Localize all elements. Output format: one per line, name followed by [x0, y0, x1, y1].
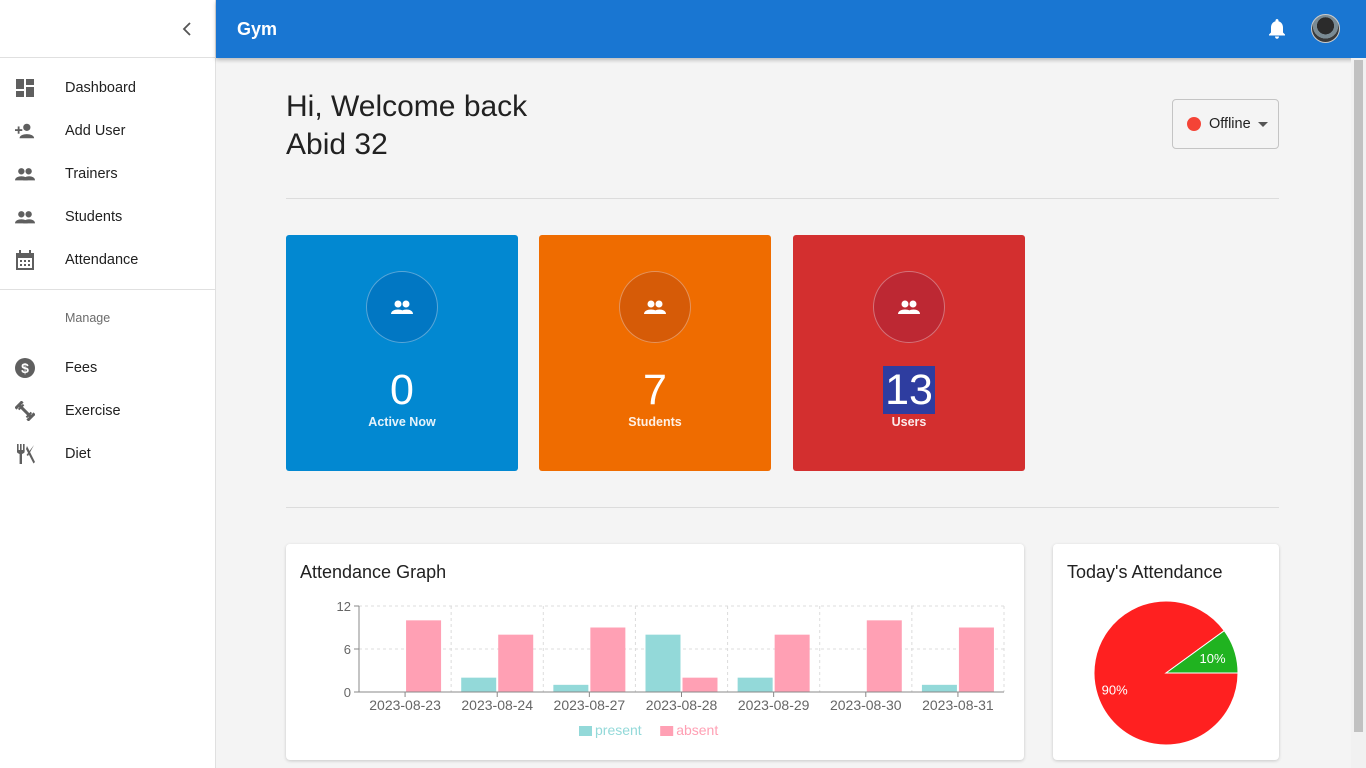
stat-value: 13 — [793, 365, 1025, 415]
people-icon — [366, 271, 438, 343]
bar-absent — [590, 627, 626, 692]
bar-present — [737, 677, 773, 692]
stat-card-users: 13 Users — [793, 235, 1025, 471]
status-label: Offline — [1209, 116, 1251, 132]
bell-icon[interactable] — [1268, 19, 1288, 39]
y-tick-label: 6 — [344, 642, 351, 657]
people-icon — [15, 207, 35, 227]
stat-label: Users — [891, 415, 927, 429]
chevron-left-icon[interactable] — [177, 19, 197, 39]
sidebar-item-label: Fees — [65, 359, 98, 376]
status-dot — [1187, 117, 1201, 131]
calendar-icon — [15, 249, 35, 270]
sidebar-item-diet[interactable]: Diet — [0, 432, 215, 475]
username-text: Abid 32 — [286, 128, 388, 161]
welcome-heading: Hi, Welcome back Abid 32 — [286, 88, 527, 164]
svg-text:$: $ — [21, 360, 29, 376]
selected-text: 13 — [883, 366, 935, 414]
bar-present — [553, 684, 589, 692]
x-tick-label: 2023-08-29 — [738, 697, 810, 713]
sidebar-item-fees[interactable]: $ Fees — [0, 346, 215, 389]
legend-label-present: present — [595, 722, 642, 738]
bar-present — [645, 634, 681, 692]
dollar-icon: $ — [15, 357, 35, 378]
sidebar-item-dashboard[interactable]: Dashboard — [0, 66, 215, 109]
x-tick-label: 2023-08-27 — [554, 697, 626, 713]
bar-absent — [774, 634, 810, 692]
sidebar-item-label: Dashboard — [65, 79, 136, 96]
bar-absent — [406, 620, 442, 692]
sidebar-item-exercise[interactable]: Exercise — [0, 389, 215, 432]
scrollbar[interactable] — [1351, 58, 1366, 768]
stat-label: Active Now — [368, 415, 436, 429]
bar-absent — [866, 620, 902, 692]
bar-present — [921, 684, 957, 692]
caret-down-icon — [1257, 121, 1268, 127]
bar-absent — [682, 677, 718, 692]
sidebar-item-students[interactable]: Students — [0, 195, 215, 238]
stat-card-active-now: 0 Active Now — [286, 235, 518, 471]
greeting-text: Hi, Welcome back — [286, 90, 528, 123]
divider — [286, 507, 1279, 508]
x-tick-label: 2023-08-23 — [369, 697, 441, 713]
legend-swatch-present — [579, 726, 592, 736]
sidebar-item-label: Add User — [65, 122, 126, 139]
avatar[interactable] — [1311, 14, 1340, 43]
legend-swatch-absent — [660, 726, 674, 736]
y-tick-label: 12 — [337, 599, 351, 614]
sidebar-nav: Dashboard Add User Trainers Students Att… — [0, 58, 215, 281]
x-tick-label: 2023-08-28 — [646, 697, 718, 713]
sidebar-item-label: Diet — [65, 445, 91, 462]
app-title: Gym — [237, 18, 278, 39]
sidebar-item-label: Exercise — [65, 402, 121, 419]
sidebar-item-label: Trainers — [65, 165, 118, 182]
stat-value: 0 — [390, 366, 414, 414]
pie-label: 10% — [1200, 651, 1226, 666]
sidebar-item-label: Students — [65, 208, 123, 225]
people-icon — [619, 271, 691, 343]
people-icon — [15, 164, 35, 184]
x-tick-label: 2023-08-31 — [922, 697, 994, 713]
sidebar-item-attendance[interactable]: Attendance — [0, 238, 215, 281]
person-add-icon — [15, 121, 35, 141]
sidebar-item-trainers[interactable]: Trainers — [0, 152, 215, 195]
bar-present — [461, 677, 497, 692]
attendance-graph-panel: Attendance Graph 0 6 12 2023-08-23 2023-08-2… — [286, 544, 1024, 760]
manage-nav: $ Fees Exercise Diet — [0, 346, 215, 475]
x-tick-label: 2023-08-30 — [830, 697, 902, 713]
attendance-pie-chart: 90% 10% — [1093, 600, 1239, 746]
sidebar-item-add-user[interactable]: Add User — [0, 109, 215, 152]
dashboard-icon — [15, 78, 35, 98]
y-tick-label: 0 — [344, 685, 351, 700]
legend-label-absent: absent — [676, 722, 718, 738]
scrollbar-thumb[interactable] — [1354, 60, 1363, 732]
stat-value: 7 — [643, 366, 667, 414]
attendance-bar-chart: 0 6 12 2023-08-23 2023-08-24 2023-08-27 2023-0… — [337, 599, 1005, 738]
sidebar: Dashboard Add User Trainers Students Att… — [0, 0, 216, 768]
divider — [286, 198, 1279, 199]
todays-attendance-panel: Today's Attendance 90% 10% — [1053, 544, 1279, 760]
x-tick-label: 2023-08-24 — [461, 697, 533, 713]
pie-label: 90% — [1102, 683, 1128, 698]
restaurant-icon — [15, 443, 35, 464]
people-icon — [873, 271, 945, 343]
stat-card-students: 7 Students — [539, 235, 771, 471]
stat-label: Students — [628, 415, 682, 429]
sidebar-header — [0, 0, 215, 58]
dumbbell-icon — [15, 400, 35, 421]
bar-absent — [958, 627, 994, 692]
status-select[interactable]: Offline — [1172, 99, 1279, 149]
section-label-manage: Manage — [65, 311, 111, 325]
sidebar-item-label: Attendance — [65, 251, 139, 268]
app-bar: Gym — [216, 0, 1366, 58]
bar-absent — [498, 634, 534, 692]
